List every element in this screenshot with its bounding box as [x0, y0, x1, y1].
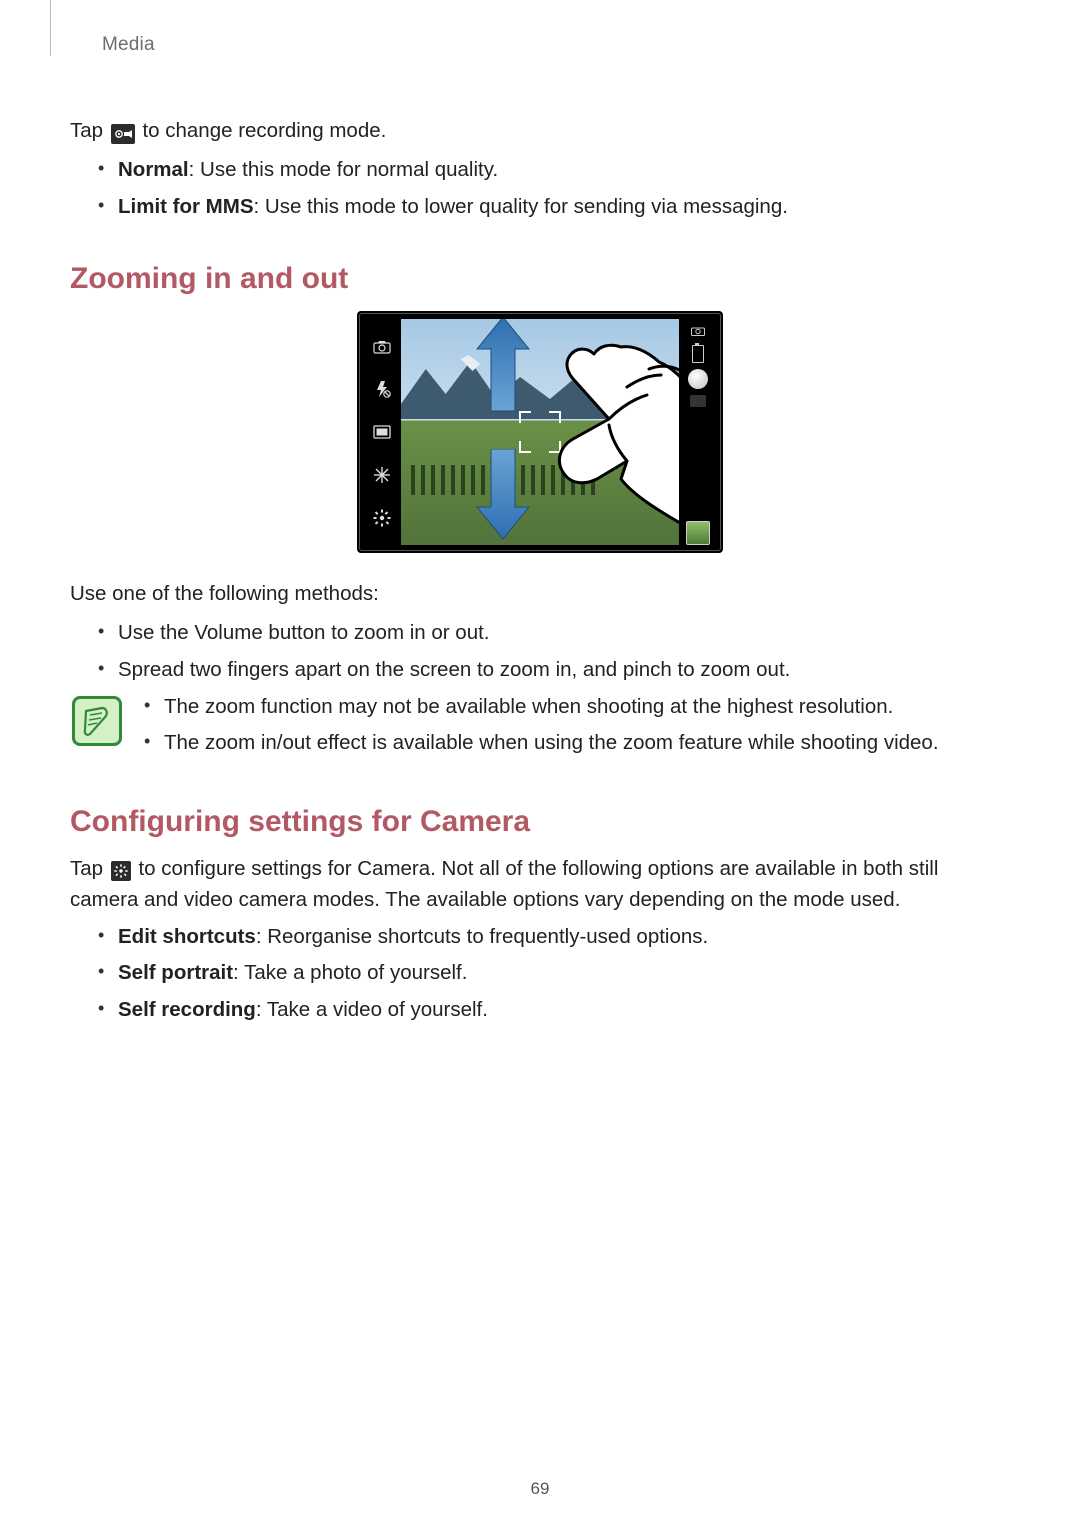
switch-camera-icon — [372, 337, 392, 357]
page-number: 69 — [531, 1479, 550, 1499]
list-item: Use the Volume button to zoom in or out. — [98, 618, 1010, 649]
battery-icon — [692, 345, 704, 363]
setting-desc: : Take a video of yourself. — [256, 998, 488, 1021]
setting-name: Self portrait — [118, 961, 233, 984]
text-after: to change recording mode. — [142, 119, 386, 142]
mode-desc: : Use this mode to lower quality for sen… — [254, 195, 788, 218]
setting-desc: : Take a photo of yourself. — [233, 961, 467, 984]
gallery-thumbnail-icon — [686, 521, 710, 545]
recording-modes-list: Normal: Use this mode for normal quality… — [70, 155, 1010, 223]
list-item: Edit shortcuts: Reorganise shortcuts to … — [98, 922, 1010, 953]
camera-icon — [688, 321, 708, 341]
configuring-settings-heading: Configuring settings for Camera — [70, 799, 1010, 844]
camera-settings-list: Edit shortcuts: Reorganise shortcuts to … — [70, 922, 1010, 1026]
text-after: to configure settings for Camera. Not al… — [70, 857, 938, 911]
storage-icon — [372, 422, 392, 442]
list-item: Self recording: Take a video of yourself… — [98, 995, 1010, 1026]
shutter-button-icon — [688, 369, 708, 389]
camera-viewfinder — [357, 311, 723, 553]
zoom-gesture-figure — [70, 311, 1010, 553]
tap-change-recording-mode: Tap to change recording mode. — [70, 116, 1010, 147]
section-header: Media — [102, 34, 1010, 56]
setting-name: Self recording — [118, 998, 256, 1021]
mode-desc: : Use this mode for normal quality. — [189, 158, 499, 181]
viewfinder-scene — [401, 319, 679, 545]
mode-name: Limit for MMS — [118, 195, 254, 218]
setting-desc: : Reorganise shortcuts to frequently-use… — [256, 925, 708, 948]
setting-name: Edit shortcuts — [118, 925, 256, 948]
camera-right-toolbar — [681, 319, 715, 545]
effects-icon — [372, 465, 392, 485]
list-item: Normal: Use this mode for normal quality… — [98, 155, 1010, 186]
zoom-notes: The zoom function may not be available w… — [70, 692, 1010, 766]
pinch-gesture-hand-icon — [509, 329, 679, 545]
settings-gear-icon — [372, 508, 392, 528]
camera-left-toolbar — [365, 319, 399, 545]
list-item: The zoom in/out effect is available when… — [144, 728, 1010, 759]
mode-name: Normal — [118, 158, 189, 181]
video-camera-icon — [690, 395, 706, 407]
zoom-methods-intro: Use one of the following methods: — [70, 579, 1010, 610]
flash-off-icon — [372, 379, 392, 399]
list-item: The zoom function may not be available w… — [144, 692, 1010, 723]
text-before: Tap — [70, 857, 109, 880]
zoom-methods-list: Use the Volume button to zoom in or out.… — [70, 618, 1010, 686]
list-item: Self portrait: Take a photo of yourself. — [98, 958, 1010, 989]
note-icon — [72, 696, 122, 746]
zooming-heading: Zooming in and out — [70, 256, 1010, 301]
settings-gear-icon — [111, 861, 131, 881]
recording-mode-icon — [111, 124, 135, 144]
list-item: Spread two fingers apart on the screen t… — [98, 655, 1010, 686]
list-item: Limit for MMS: Use this mode to lower qu… — [98, 192, 1010, 223]
vertical-rule — [50, 0, 51, 56]
text-before: Tap — [70, 119, 109, 142]
configuring-settings-para: Tap to configure settings for Camera. No… — [70, 854, 1010, 916]
